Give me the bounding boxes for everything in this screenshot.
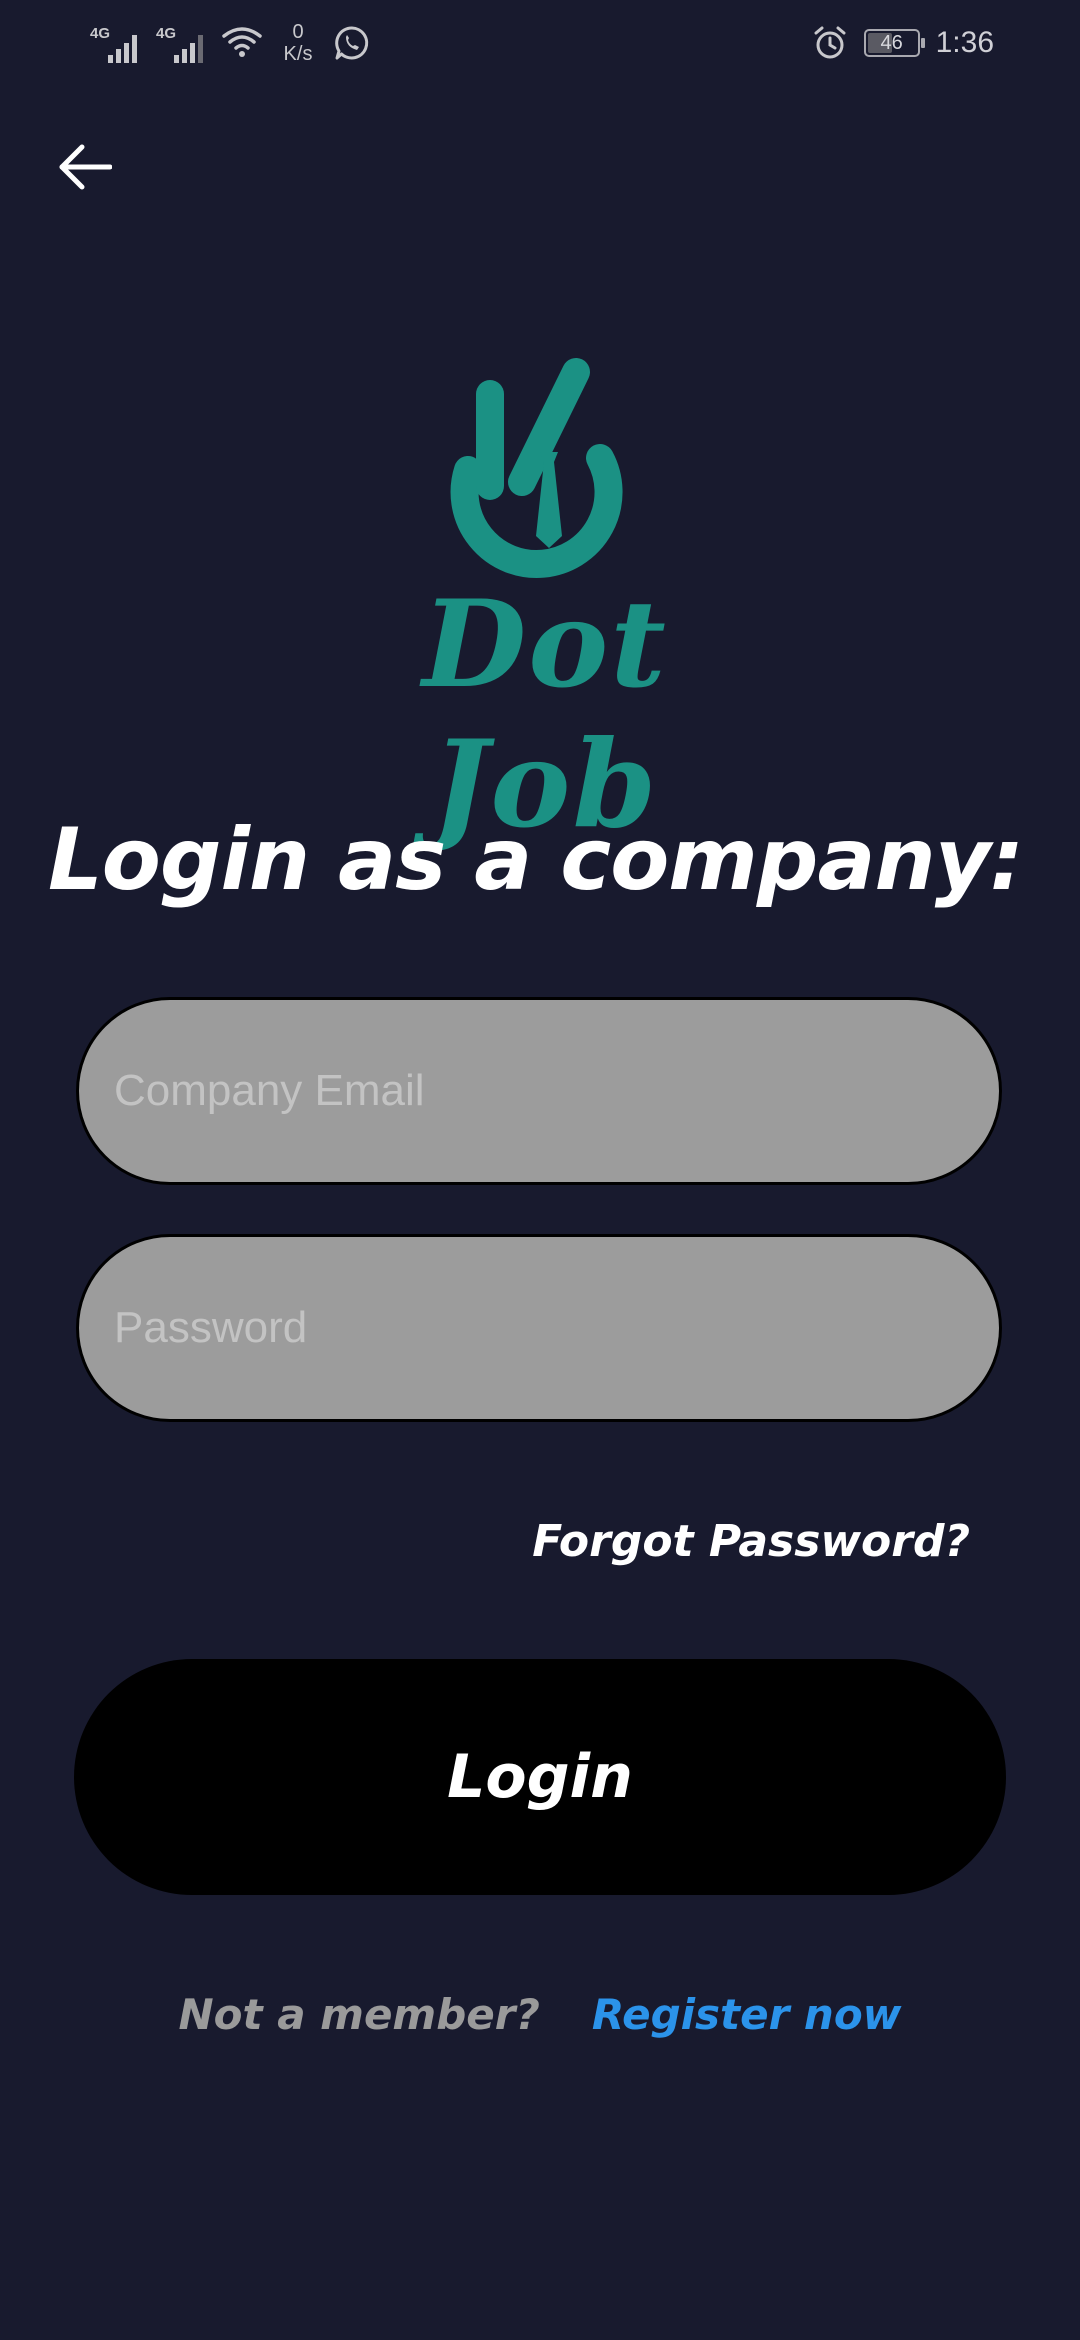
- network-speed-unit: K/s: [283, 43, 313, 65]
- dot-job-logo-icon: [450, 358, 623, 578]
- login-button-label: Login: [447, 1742, 633, 1812]
- arrow-left-icon: [59, 144, 112, 190]
- password-field[interactable]: [76, 1234, 1002, 1422]
- wifi-icon: [222, 27, 262, 57]
- status-time: 1:36: [935, 26, 994, 59]
- network-speed: 0 K/s: [276, 21, 320, 65]
- alarm-icon: [814, 26, 846, 59]
- sim1-network-type: 4G: [90, 25, 111, 42]
- battery-level: 46: [880, 31, 903, 54]
- sim2-signal: 4G: [156, 23, 208, 63]
- login-button[interactable]: Login: [74, 1659, 1006, 1895]
- status-bar-right: 46 1:36: [812, 20, 994, 66]
- sim2-network-type: 4G: [156, 25, 177, 42]
- forgot-password-link[interactable]: Forgot Password?: [532, 1512, 970, 1572]
- back-button[interactable]: [50, 132, 120, 202]
- email-field[interactable]: [76, 997, 1002, 1185]
- network-speed-value: 0: [292, 21, 304, 43]
- status-bar: 4G 4G 0 K/s 46 1:36: [0, 0, 1080, 90]
- not-member-label: Not a member?: [178, 1990, 540, 2039]
- signal-icon: [108, 35, 137, 63]
- status-bar-left: 4G 4G 0 K/s: [90, 18, 370, 68]
- signal-icon: [174, 35, 203, 63]
- whatsapp-icon: [335, 26, 369, 60]
- battery-icon: 46: [863, 29, 925, 57]
- page-title: Login as a company:: [48, 810, 1024, 910]
- register-prompt: Not a member? Register now: [0, 1980, 1080, 2050]
- sim1-signal: 4G: [90, 23, 142, 63]
- password-input[interactable]: [112, 1302, 959, 1354]
- email-input[interactable]: [112, 1065, 959, 1117]
- register-now-link[interactable]: Register now: [592, 1980, 902, 2050]
